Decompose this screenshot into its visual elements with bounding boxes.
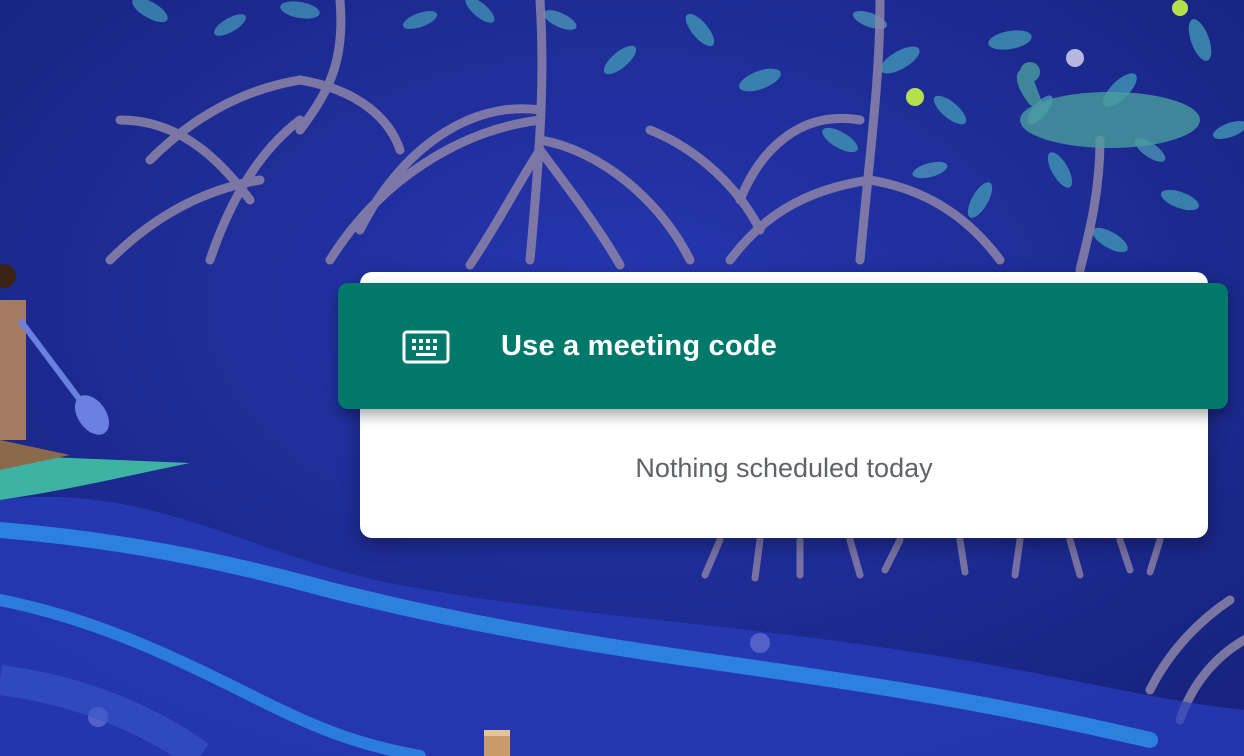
use-meeting-code-label: Use a meeting code <box>501 330 777 362</box>
home-screen: Use a meeting code Nothing scheduled tod… <box>0 0 1244 756</box>
use-meeting-code-button[interactable]: Use a meeting code <box>338 283 1228 409</box>
keyboard-icon <box>402 330 450 364</box>
nothing-scheduled-text: Nothing scheduled today <box>635 453 933 483</box>
